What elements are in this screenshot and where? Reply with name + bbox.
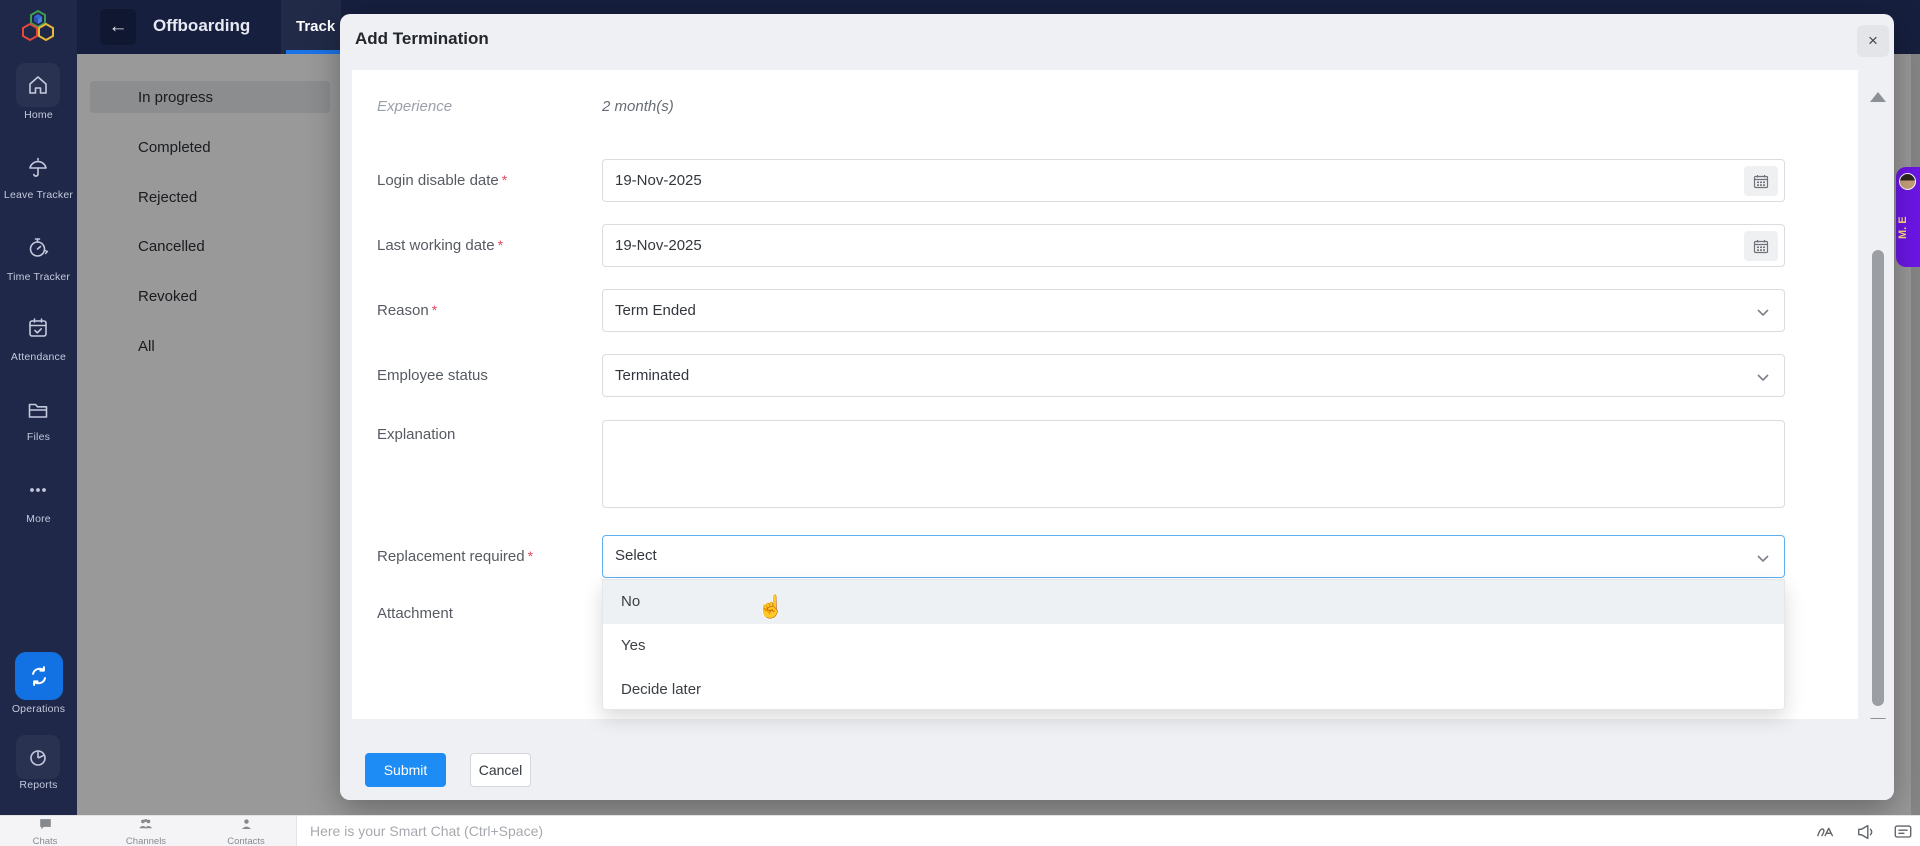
operations-sync-icon xyxy=(32,666,46,686)
required-marker: * xyxy=(501,172,508,188)
files-icon[interactable] xyxy=(26,398,50,422)
tab-track[interactable]: Track xyxy=(296,18,342,35)
replacement-required-label: Replacement required * xyxy=(377,548,533,565)
app-sidebar: Home Leave Tracker Time Tracker Attendan… xyxy=(0,0,77,815)
sidebar-item-reports[interactable]: Reports xyxy=(0,779,77,791)
dropdown-option-decide-later[interactable]: Decide later xyxy=(603,668,1784,712)
required-marker: * xyxy=(431,302,438,318)
sidebar-item-operations[interactable]: Operations xyxy=(0,703,77,715)
contacts-icon xyxy=(241,819,251,830)
side-tab-label: M. E xyxy=(1897,216,1909,240)
reason-label: Reason * xyxy=(377,302,437,319)
zoho-one-logo[interactable] xyxy=(17,7,59,49)
sidebar-item-files[interactable]: Files xyxy=(0,431,77,443)
experience-label: Experience xyxy=(377,98,453,115)
chats-item[interactable]: Chats xyxy=(10,818,80,846)
reports-icon[interactable] xyxy=(26,745,50,769)
required-marker: * xyxy=(527,548,534,564)
employee-status-select[interactable]: Terminated xyxy=(602,354,1785,397)
channels-item[interactable]: Channels xyxy=(111,818,181,846)
announcement-icon[interactable] xyxy=(1856,823,1876,841)
reason-label-text: Reason xyxy=(377,302,429,319)
explanation-textarea[interactable] xyxy=(602,420,1785,508)
login-disable-date-value: 19-Nov-2025 xyxy=(615,172,702,189)
smart-chat-input[interactable] xyxy=(308,819,1508,843)
more-icon[interactable] xyxy=(26,478,50,502)
page-title: Offboarding xyxy=(153,16,251,35)
login-disable-date-field[interactable]: 19-Nov-2025 xyxy=(602,159,1785,202)
add-termination-modal: Add Termination × Experience 2 month(s) … xyxy=(340,14,1894,800)
calendar-icon[interactable] xyxy=(1744,231,1778,261)
modal-footer: Submit Cancel xyxy=(340,719,1894,800)
reason-select[interactable]: Term Ended xyxy=(602,289,1785,332)
last-working-date-label-text: Last working date xyxy=(377,237,495,254)
close-icon[interactable]: × xyxy=(1857,25,1889,57)
replacement-required-label-text: Replacement required xyxy=(377,548,525,565)
login-disable-date-label-text: Login disable date xyxy=(377,172,499,189)
back-button[interactable]: ← xyxy=(100,9,136,45)
chats-icon xyxy=(39,819,51,830)
assistant-side-tab[interactable]: M. E xyxy=(1896,167,1920,267)
last-working-date-field[interactable]: 19-Nov-2025 xyxy=(602,224,1785,267)
chevron-down-icon xyxy=(1757,374,1769,382)
chevron-down-icon xyxy=(1757,555,1769,563)
modal-scrollbar-thumb[interactable] xyxy=(1872,250,1884,706)
last-working-date-label: Last working date * xyxy=(377,237,503,254)
employee-status-label: Employee status xyxy=(377,367,488,384)
sidebar-item-home[interactable]: Home xyxy=(0,109,77,121)
contacts-label: Contacts xyxy=(227,836,265,846)
smart-chat-bar: Chats Channels Contacts xyxy=(0,815,1920,846)
modal-title: Add Termination xyxy=(355,29,489,48)
experience-value: 2 month(s) xyxy=(602,98,674,115)
attachment-label: Attachment xyxy=(377,605,453,622)
channels-icon xyxy=(139,818,153,829)
channels-label: Channels xyxy=(125,836,167,846)
time-tracker-icon[interactable] xyxy=(26,236,50,260)
mouse-cursor-hand: ☝ xyxy=(757,594,785,619)
reason-value: Term Ended xyxy=(615,302,696,319)
employee-status-value: Terminated xyxy=(615,367,690,384)
app-window: ← Offboarding Track Home Leave Tracker T… xyxy=(0,0,1920,846)
sidebar-item-attendance[interactable]: Attendance xyxy=(0,351,77,363)
cancel-button[interactable]: Cancel xyxy=(470,753,531,787)
login-disable-date-label: Login disable date * xyxy=(377,172,507,189)
sidebar-item-more[interactable]: More xyxy=(0,513,77,525)
calendar-icon[interactable] xyxy=(1744,166,1778,196)
sidebar-item-time-tracker[interactable]: Time Tracker xyxy=(0,271,77,283)
dropdown-option-yes[interactable]: Yes xyxy=(603,624,1784,668)
sidebar-item-operations-active[interactable] xyxy=(15,652,63,700)
last-working-date-value: 19-Nov-2025 xyxy=(615,237,702,254)
contacts-item[interactable]: Contacts xyxy=(211,818,281,846)
comment-icon[interactable] xyxy=(1893,823,1913,841)
chat-shortcuts: Chats Channels Contacts xyxy=(0,816,297,846)
avatar xyxy=(1899,173,1916,190)
submit-button[interactable]: Submit xyxy=(365,753,446,787)
chevron-down-icon xyxy=(1757,309,1769,317)
zia-icon[interactable] xyxy=(1816,823,1836,841)
chats-label: Chats xyxy=(32,836,58,846)
attendance-icon[interactable] xyxy=(26,316,50,340)
replacement-required-select[interactable]: Select xyxy=(602,535,1785,578)
scroll-up-icon[interactable] xyxy=(1870,92,1886,102)
explanation-label: Explanation xyxy=(377,426,456,443)
replacement-required-value: Select xyxy=(615,547,657,564)
sidebar-item-leave-tracker[interactable]: Leave Tracker xyxy=(0,189,77,201)
required-marker: * xyxy=(497,237,504,253)
home-icon[interactable] xyxy=(26,73,50,97)
leave-tracker-icon[interactable] xyxy=(26,156,50,180)
